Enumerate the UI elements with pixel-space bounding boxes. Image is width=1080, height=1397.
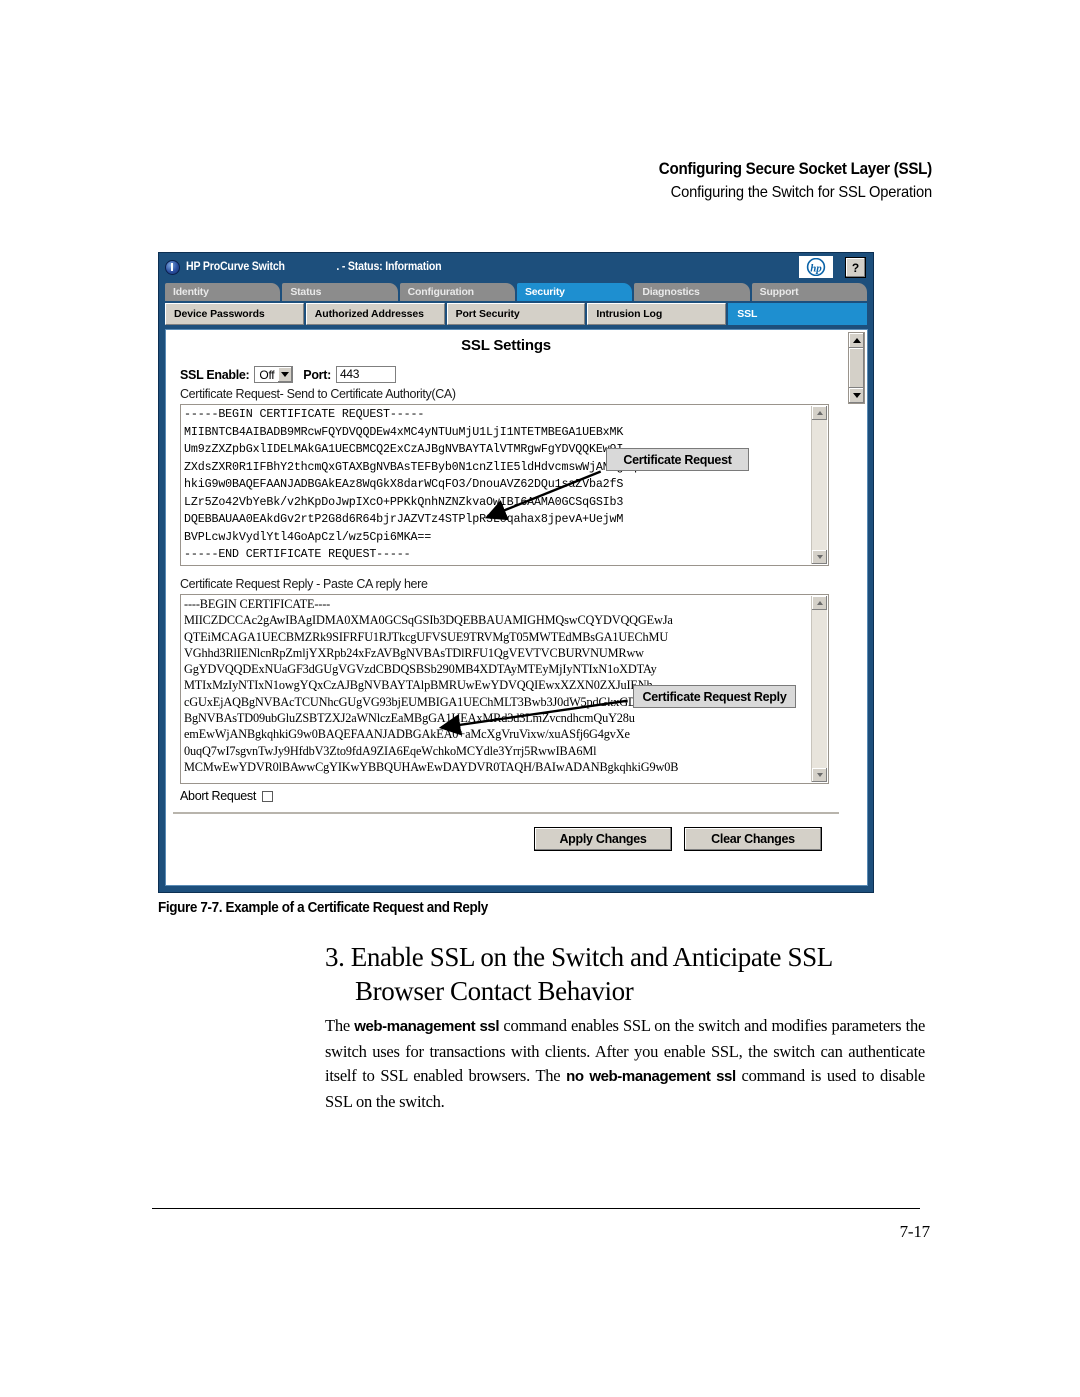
port-input[interactable]: 443 [335, 366, 396, 383]
command-no-web-management-ssl: no web-management ssl [566, 1068, 736, 1085]
subtab-device-passwords[interactable]: Device Passwords [165, 303, 304, 325]
subtab-port-security[interactable]: Port Security [446, 303, 586, 325]
certificate-request-textarea[interactable]: -----BEGIN CERTIFICATE REQUEST----- MIIB… [180, 404, 829, 566]
section-heading-line1: 3. Enable SSL on the Switch and Anticipa… [325, 942, 833, 972]
subtab-authorized-addresses[interactable]: Authorized Addresses [305, 303, 445, 325]
scroll-down-icon[interactable] [812, 550, 827, 564]
certificate-reply-scrollbar[interactable] [811, 596, 827, 782]
switch-management-window: HP ProCurve Switch. - Status: Informatio… [158, 252, 874, 893]
ssl-enable-select[interactable]: Off [254, 366, 294, 383]
callout-certificate-request: Certificate Request [606, 448, 749, 471]
footer-divider [152, 1208, 920, 1209]
abort-request-checkbox[interactable] [262, 790, 274, 802]
apply-changes-button[interactable]: Apply Changes [534, 827, 672, 851]
tab-security[interactable]: Security [516, 283, 633, 301]
callout-certificate-request-reply: Certificate Request Reply [633, 685, 796, 708]
section-heading-line2: Browser Contact Behavior [355, 976, 634, 1006]
subtab-intrusion-log[interactable]: Intrusion Log [587, 303, 727, 325]
command-web-management-ssl: web-management ssl [354, 1018, 500, 1035]
panel-button-row: Apply Changes Clear Changes [166, 827, 822, 851]
certificate-reply-caption: Certificate Request Reply - Paste CA rep… [180, 577, 428, 591]
ssl-settings-panel: SSL Settings SSL Enable: Off Port: 443 C… [165, 329, 868, 886]
tab-configuration[interactable]: Configuration [399, 283, 515, 301]
chevron-down-icon [278, 367, 293, 382]
ssl-enable-label: SSL Enable: [180, 367, 250, 382]
ssl-enable-value: Off [259, 367, 275, 382]
scroll-up-icon[interactable] [849, 333, 864, 348]
subtab-ssl[interactable]: SSL [728, 303, 867, 325]
panel-content: SSL Settings SSL Enable: Off Port: 443 C… [166, 330, 846, 885]
primary-tab-bar: Identity Status Configuration Security D… [159, 281, 873, 301]
certificate-request-scrollbar[interactable] [811, 406, 827, 564]
footer-page-number: 7-17 [899, 1222, 931, 1241]
abort-request-label: Abort Request [180, 789, 257, 803]
panel-divider [173, 812, 839, 814]
section-paragraph: The web-management ssl command enables S… [325, 1014, 925, 1114]
hp-logo: hp [799, 256, 833, 278]
window-title: HP ProCurve Switch. - Status: Informatio… [186, 261, 442, 273]
abort-request-row: Abort Request [180, 789, 846, 803]
certificate-request-caption: Certificate Request- Send to Certificate… [180, 387, 456, 401]
page-header: Configuring Secure Socket Layer (SSL) Co… [635, 160, 932, 202]
tab-identity[interactable]: Identity [165, 283, 281, 301]
window-titlebar: HP ProCurve Switch. - Status: Informatio… [159, 253, 873, 281]
certificate-request-text: -----BEGIN CERTIFICATE REQUEST----- MIIB… [184, 407, 638, 561]
help-button[interactable]: ? [845, 257, 866, 278]
secondary-tab-bar: Device Passwords Authorized Addresses Po… [159, 301, 873, 325]
scrollbar-thumb[interactable] [849, 348, 864, 388]
clear-changes-button[interactable]: Clear Changes [684, 827, 822, 851]
paragraph-part-1: The [325, 1016, 355, 1035]
page-header-subtitle: Configuring the Switch for SSL Operation [670, 184, 932, 201]
section-heading: 3. Enable SSL on the Switch and Anticipa… [325, 940, 925, 1008]
tab-status[interactable]: Status [282, 283, 398, 301]
port-label: Port: [303, 367, 331, 382]
svg-text:hp: hp [810, 263, 822, 275]
panel-title: SSL Settings [461, 337, 551, 354]
tab-diagnostics[interactable]: Diagnostics [634, 283, 750, 301]
scroll-up-icon[interactable] [812, 596, 827, 610]
scroll-down-icon[interactable] [812, 768, 827, 782]
scroll-up-icon[interactable] [812, 406, 827, 420]
status-indicator-icon [165, 259, 180, 275]
page-header-title: Configuring Secure Socket Layer (SSL) [658, 160, 932, 178]
figure-caption: Figure 7-7. Example of a Certificate Req… [158, 900, 488, 916]
scroll-down-icon[interactable] [849, 388, 864, 403]
tab-support[interactable]: Support [751, 283, 867, 301]
panel-scrollbar[interactable] [848, 332, 865, 404]
ssl-enable-row: SSL Enable: Off Port: 443 [180, 366, 846, 383]
